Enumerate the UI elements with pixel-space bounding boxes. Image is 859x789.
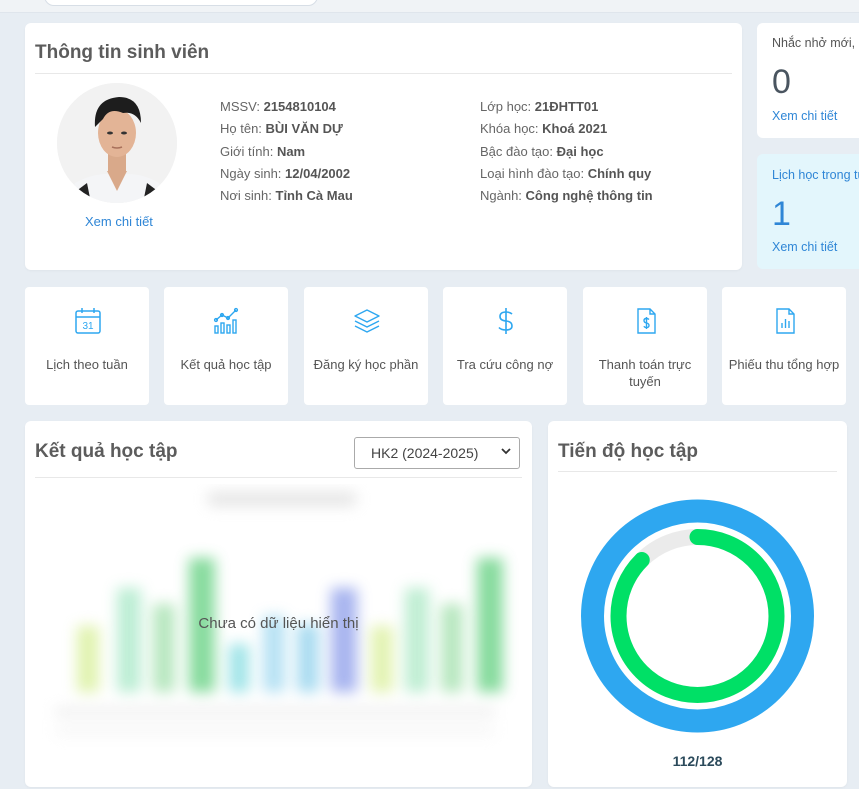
results-chart-placeholder: Chưa có dữ liệu hiển thị bbox=[35, 484, 522, 768]
progress-arc bbox=[610, 529, 785, 703]
tile-label: Thanh toán trực tuyến bbox=[598, 357, 692, 389]
calendar-icon: 31 bbox=[75, 308, 101, 334]
tile-label: Tra cứu công nợ bbox=[456, 357, 554, 372]
avatar bbox=[57, 83, 177, 203]
academic-results-card: Kết quả học tập HK2 (2024-2025) Chưa có … bbox=[25, 421, 532, 787]
field-class: Lớp học: 21ĐHTT01 bbox=[480, 99, 599, 114]
tile-label: Lịch theo tuần bbox=[46, 357, 128, 372]
divider bbox=[35, 477, 522, 478]
reminder-count: 0 bbox=[772, 63, 791, 101]
reminder-view-detail-link[interactable]: Xem chi tiết bbox=[772, 109, 837, 123]
calendar-day: 31 bbox=[82, 321, 94, 332]
schedule-count: 1 bbox=[772, 195, 791, 233]
tile-label: Kết quả học tập bbox=[180, 357, 272, 372]
progress-donut bbox=[581, 499, 814, 733]
semester-select[interactable]: HK2 (2024-2025) bbox=[354, 437, 520, 469]
tile-online-payment[interactable]: Thanh toán trực tuyến bbox=[583, 287, 707, 405]
receipt-chart-icon bbox=[776, 308, 795, 334]
field-birthdate: Ngày sinh: 12/04/2002 bbox=[220, 165, 351, 181]
layers-icon bbox=[354, 309, 380, 333]
schedule-label: Lịch học trong tu bbox=[772, 168, 859, 182]
search-box[interactable] bbox=[44, 0, 318, 6]
semester-select-value: HK2 (2024-2025) bbox=[371, 445, 479, 461]
tile-label: Đăng ký học phần bbox=[313, 357, 419, 372]
student-info-title: Thông tin sinh viên bbox=[35, 42, 210, 63]
field-level: Bậc đào tạo: Đại học bbox=[480, 143, 604, 159]
no-data-message: Chưa có dữ liệu hiển thị bbox=[198, 615, 359, 632]
tile-course-registration[interactable]: Đăng ký học phần bbox=[304, 287, 428, 405]
field-gender: Giới tính: Nam bbox=[220, 143, 306, 159]
field-name: Họ tên: BÙI VĂN DỰ bbox=[220, 121, 343, 137]
dollar-icon bbox=[498, 308, 513, 334]
progress-card: Tiến độ học tập 112/128 bbox=[548, 421, 847, 787]
student-info-left: MSSV: 2154810104 Họ tên: BÙI VĂN DỰ Giới… bbox=[220, 96, 353, 207]
bar-chart-icon bbox=[213, 307, 239, 334]
top-bar bbox=[0, 0, 859, 13]
field-major: Ngành: Công nghệ thông tin bbox=[480, 188, 653, 204]
field-birthplace: Nơi sinh: Tỉnh Cà Mau bbox=[220, 188, 353, 204]
chevron-down-icon bbox=[501, 448, 511, 455]
progress-value: 112/128 bbox=[672, 753, 723, 769]
schedule-card: Lịch học trong tu 1 Xem chi tiết bbox=[757, 154, 859, 269]
tile-debt-lookup[interactable]: Tra cứu công nợ bbox=[443, 287, 567, 405]
student-view-detail-link[interactable]: Xem chi tiết bbox=[85, 214, 153, 229]
reminder-label: Nhắc nhở mới, c bbox=[772, 36, 859, 50]
divider bbox=[35, 73, 732, 74]
field-training-type: Loại hình đào tạo: Chính quy bbox=[480, 165, 652, 181]
reminder-card: Nhắc nhở mới, c 0 Xem chi tiết bbox=[757, 23, 859, 138]
field-cohort: Khóa học: Khoá 2021 bbox=[480, 121, 608, 137]
invoice-icon bbox=[637, 308, 656, 334]
tile-weekly-schedule[interactable]: 31 Lịch theo tuần bbox=[25, 287, 149, 405]
field-mssv: MSSV: 2154810104 bbox=[220, 99, 336, 114]
student-info-right: Lớp học: 21ĐHTT01 Khóa học: Khoá 2021 Bậ… bbox=[480, 96, 653, 207]
tile-academic-results[interactable]: Kết quả học tập bbox=[164, 287, 288, 405]
results-title: Kết quả học tập bbox=[35, 441, 178, 462]
tile-summary-receipt[interactable]: Phiếu thu tổng hợp bbox=[722, 287, 846, 405]
student-photo-icon bbox=[57, 83, 177, 203]
tile-label: Phiếu thu tổng hợp bbox=[728, 357, 840, 372]
schedule-view-detail-link[interactable]: Xem chi tiết bbox=[772, 240, 837, 254]
student-info-card: Thông tin sinh viên Xem chi tiết MSSV: 2… bbox=[25, 23, 742, 270]
